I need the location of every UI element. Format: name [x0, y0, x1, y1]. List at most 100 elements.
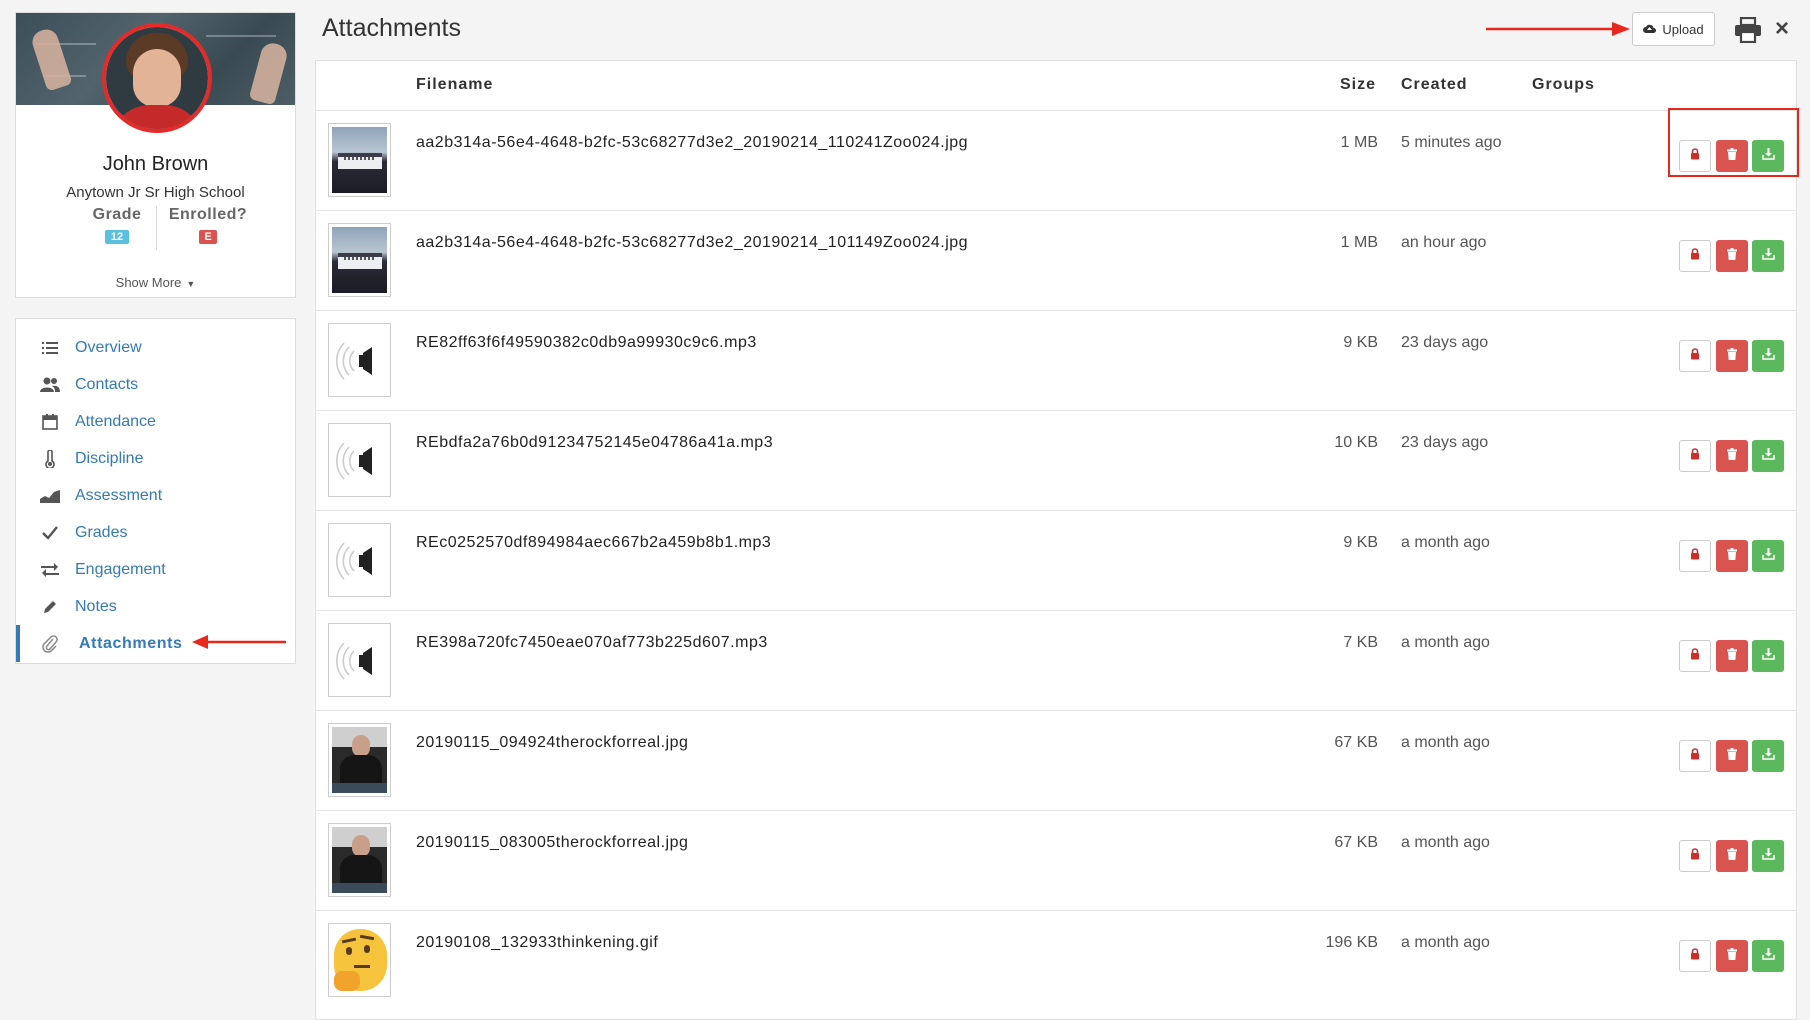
- exchange-icon: [40, 551, 60, 588]
- download-button[interactable]: [1752, 340, 1784, 372]
- lock-button[interactable]: [1679, 440, 1711, 472]
- trash-icon: [1727, 847, 1737, 865]
- calendar-icon: [40, 403, 60, 440]
- download-icon: [1761, 847, 1775, 865]
- file-thumbnail[interactable]: [328, 323, 391, 397]
- download-button[interactable]: [1752, 540, 1784, 572]
- column-header-filename: Filename: [416, 76, 494, 93]
- trash-icon: [1727, 547, 1737, 565]
- nav-item-grades[interactable]: Grades: [16, 514, 295, 551]
- nav-item-assessment[interactable]: Assessment: [16, 477, 295, 514]
- file-created: a month ago: [1401, 634, 1490, 651]
- download-button[interactable]: [1752, 840, 1784, 872]
- download-button[interactable]: [1752, 740, 1784, 772]
- delete-button[interactable]: [1716, 640, 1748, 672]
- nav-label: Contacts: [75, 376, 139, 393]
- file-created: a month ago: [1401, 834, 1490, 851]
- nav-item-contacts[interactable]: Contacts: [16, 366, 295, 403]
- row-actions: [1679, 540, 1789, 576]
- file-name: 20190115_094924therockforreal.jpg: [416, 734, 689, 751]
- table-row: 20190115_083005therockforreal.jpg 67 KB a …: [316, 810, 1796, 910]
- row-actions: [1679, 940, 1789, 976]
- file-size: 196 KB: [1325, 934, 1378, 951]
- delete-button[interactable]: [1716, 440, 1748, 472]
- file-name: 20190115_083005therockforreal.jpg: [416, 834, 689, 851]
- delete-button[interactable]: [1716, 740, 1748, 772]
- lock-icon: [1690, 347, 1700, 365]
- nav-label: Assessment: [75, 487, 163, 504]
- row-actions: [1679, 340, 1789, 376]
- delete-button[interactable]: [1716, 240, 1748, 272]
- download-icon: [1761, 547, 1775, 565]
- student-profile-card: John Brown Anytown Jr Sr High School Gra…: [15, 12, 296, 298]
- file-thumbnail[interactable]: [328, 423, 391, 497]
- column-header-groups: Groups: [1532, 76, 1595, 93]
- upload-button[interactable]: Upload: [1632, 12, 1715, 46]
- divider: [156, 206, 157, 250]
- delete-button[interactable]: [1716, 340, 1748, 372]
- lock-icon: [1690, 447, 1700, 465]
- lock-button[interactable]: [1679, 240, 1711, 272]
- lock-button[interactable]: [1679, 740, 1711, 772]
- lock-button[interactable]: [1679, 340, 1711, 372]
- file-created: 23 days ago: [1401, 434, 1489, 451]
- lock-button[interactable]: [1679, 640, 1711, 672]
- file-thumbnail[interactable]: [328, 523, 391, 597]
- file-thumbnail[interactable]: [328, 823, 391, 897]
- download-button[interactable]: [1752, 940, 1784, 972]
- image-thumbnail: [332, 727, 387, 793]
- lock-button[interactable]: [1679, 940, 1711, 972]
- annotation-highlight-box: [1668, 108, 1799, 177]
- file-thumbnail[interactable]: [328, 223, 391, 297]
- nav-item-attendance[interactable]: Attendance: [16, 403, 295, 440]
- row-actions: [1679, 840, 1789, 876]
- table-row: RE82ff63f6f49590382c0db9a99930c9c6.mp3 9 …: [316, 310, 1796, 410]
- file-thumbnail[interactable]: [328, 923, 391, 997]
- image-thumbnail: [332, 827, 387, 893]
- show-more-toggle[interactable]: Show More ▼: [16, 275, 295, 290]
- file-thumbnail[interactable]: [328, 123, 391, 197]
- trash-icon: [1727, 347, 1737, 365]
- file-created: a month ago: [1401, 534, 1490, 551]
- paperclip-icon: [40, 625, 60, 662]
- row-actions: [1679, 440, 1789, 476]
- trash-icon: [1727, 447, 1737, 465]
- file-thumbnail[interactable]: [328, 623, 391, 697]
- print-button[interactable]: [1734, 16, 1762, 44]
- nav-item-notes[interactable]: Notes: [16, 588, 295, 625]
- file-size: 10 KB: [1334, 434, 1378, 451]
- image-thumbnail: [332, 127, 387, 193]
- delete-button[interactable]: [1716, 940, 1748, 972]
- nav-item-engagement[interactable]: Engagement: [16, 551, 295, 588]
- column-header-created: Created: [1401, 76, 1468, 93]
- nav-item-discipline[interactable]: Discipline: [16, 440, 295, 477]
- trash-icon: [1727, 647, 1737, 665]
- file-size: 1 MB: [1340, 134, 1378, 151]
- nav-item-overview[interactable]: Overview: [16, 329, 295, 366]
- delete-button[interactable]: [1716, 540, 1748, 572]
- nav-label: Engagement: [75, 561, 166, 578]
- download-icon: [1761, 747, 1775, 765]
- lock-button[interactable]: [1679, 840, 1711, 872]
- download-icon: [1761, 647, 1775, 665]
- file-size: 9 KB: [1343, 334, 1378, 351]
- download-icon: [1761, 947, 1775, 965]
- file-created: a month ago: [1401, 934, 1490, 951]
- download-icon: [1761, 247, 1775, 265]
- file-thumbnail[interactable]: [328, 723, 391, 797]
- file-name: RE82ff63f6f49590382c0db9a99930c9c6.mp3: [416, 334, 757, 351]
- lock-button[interactable]: [1679, 540, 1711, 572]
- attachments-table: Filename Size Created Groups aa2b314a-56…: [315, 60, 1797, 1020]
- student-nav: Overview Contacts Attendance Discipline …: [15, 318, 296, 664]
- download-button[interactable]: [1752, 640, 1784, 672]
- table-row: REbdfa2a76b0d91234752145e04786a41a.mp3 10…: [316, 410, 1796, 510]
- file-created: a month ago: [1401, 734, 1490, 751]
- image-thumbnail: [332, 227, 387, 293]
- pencil-icon: [40, 588, 60, 625]
- nav-label: Notes: [75, 598, 117, 615]
- delete-button[interactable]: [1716, 840, 1748, 872]
- download-button[interactable]: [1752, 240, 1784, 272]
- close-button[interactable]: ×: [1770, 14, 1794, 44]
- close-icon: ×: [1774, 15, 1789, 42]
- download-button[interactable]: [1752, 440, 1784, 472]
